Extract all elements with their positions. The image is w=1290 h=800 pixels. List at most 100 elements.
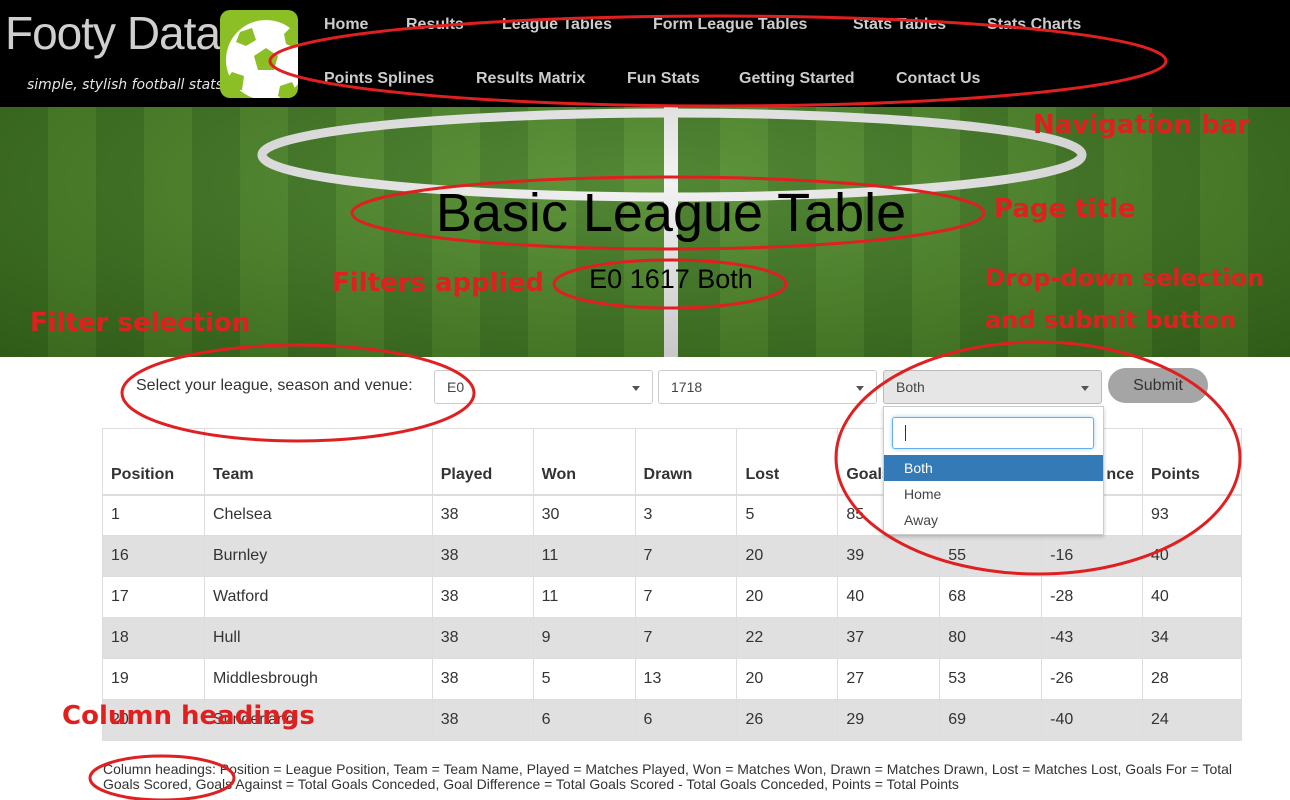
cell-points: 28 (1142, 658, 1242, 700)
cell-goals-against: 68 (939, 576, 1043, 618)
cell-goals-for: 27 (837, 658, 941, 700)
column-header-drawn[interactable]: Drawn (634, 428, 738, 496)
cell-lost: 20 (736, 535, 839, 577)
annotation-page-title: Page title (994, 194, 1136, 224)
dropdown-search-input[interactable] (892, 417, 1094, 449)
table-row: 17 Watford 38 11 7 20 40 68 -28 40 (102, 576, 1242, 618)
nav-league-tables[interactable]: League Tables (502, 16, 612, 34)
cell-goal-difference: -40 (1041, 699, 1143, 741)
cell-played: 38 (431, 494, 534, 536)
cell-won: 5 (532, 658, 636, 700)
nav-getting-started[interactable]: Getting Started (739, 70, 855, 88)
column-headings-note: Column headings: Position = League Posit… (103, 761, 1233, 792)
table-row: 19 Middlesbrough 38 5 13 20 27 53 -26 28 (102, 658, 1242, 700)
cell-lost: 26 (736, 699, 839, 741)
cell-goals-against: 53 (939, 658, 1043, 700)
column-header-lost[interactable]: Lost (736, 428, 839, 496)
cell-goal-difference: -16 (1041, 535, 1143, 577)
annotation-filters-applied: Filters applied (332, 268, 544, 298)
cell-points: 93 (1142, 494, 1242, 536)
column-header-won[interactable]: Won (532, 428, 636, 496)
cell-team: Middlesbrough (203, 658, 433, 700)
column-header-team[interactable]: Team (203, 428, 433, 496)
football-logo-icon[interactable] (220, 10, 298, 98)
cell-played: 38 (431, 658, 534, 700)
brand-name[interactable]: Footy Data (5, 10, 221, 56)
cell-points: 24 (1142, 699, 1242, 741)
submit-button[interactable]: Submit (1108, 368, 1208, 403)
cell-position: 17 (102, 576, 205, 618)
nav-stats-tables[interactable]: Stats Tables (853, 16, 946, 34)
cell-won: 6 (532, 699, 636, 741)
column-header-points[interactable]: Points (1142, 428, 1242, 496)
chevron-down-icon (856, 386, 864, 391)
annotation-dropdown-line1: Drop-down selection (985, 264, 1265, 292)
navigation-bar: Footy Data simple, stylish football stat… (0, 0, 1290, 107)
cell-lost: 20 (736, 576, 839, 618)
column-header-position[interactable]: Position (102, 428, 205, 496)
season-select[interactable]: 1718 (658, 370, 877, 404)
nav-points-splines[interactable]: Points Splines (324, 70, 434, 88)
dropdown-option-home[interactable]: Home (884, 481, 1103, 507)
cell-goals-for: 39 (837, 535, 941, 577)
cell-points: 40 (1142, 576, 1242, 618)
chevron-down-icon (632, 386, 640, 391)
dropdown-option-away[interactable]: Away (884, 507, 1103, 533)
dropdown-option-both[interactable]: Both (884, 455, 1103, 481)
nav-results-matrix[interactable]: Results Matrix (476, 70, 585, 88)
annotation-filter-selection: Filter selection (30, 308, 251, 338)
text-cursor (905, 425, 906, 441)
cell-played: 38 (431, 617, 534, 659)
filter-label: Select your league, season and venue: (136, 377, 413, 394)
cell-drawn: 7 (634, 617, 738, 659)
annotation-column-headings: Column headings (62, 701, 315, 731)
cell-goals-for: 29 (837, 699, 941, 741)
cell-lost: 22 (736, 617, 839, 659)
cell-drawn: 7 (634, 576, 738, 618)
league-select[interactable]: E0 (434, 370, 653, 404)
cell-drawn: 13 (634, 658, 738, 700)
cell-won: 30 (532, 494, 636, 536)
nav-form-league-tables[interactable]: Form League Tables (653, 16, 807, 34)
cell-team: Watford (203, 576, 433, 618)
cell-drawn: 6 (634, 699, 738, 741)
nav-contact-us[interactable]: Contact Us (896, 70, 980, 88)
cell-team: Chelsea (203, 494, 433, 536)
cell-team: Hull (203, 617, 433, 659)
cell-drawn: 3 (634, 494, 738, 536)
venue-dropdown-menu: Both Home Away (883, 406, 1104, 535)
venue-select-value: Both (896, 379, 925, 395)
cell-points: 34 (1142, 617, 1242, 659)
cell-goal-difference: -28 (1041, 576, 1143, 618)
cell-position: 19 (102, 658, 205, 700)
cell-position: 16 (102, 535, 205, 577)
venue-select[interactable]: Both (883, 370, 1102, 404)
cell-played: 38 (431, 699, 534, 741)
nav-fun-stats[interactable]: Fun Stats (627, 70, 700, 88)
table-row: 16 Burnley 38 11 7 20 39 55 -16 40 (102, 535, 1242, 577)
nav-results[interactable]: Results (406, 16, 464, 34)
cell-lost: 20 (736, 658, 839, 700)
cell-goals-for: 40 (837, 576, 941, 618)
cell-lost: 5 (736, 494, 839, 536)
brand-tagline: simple, stylish football stats (27, 77, 223, 93)
nav-stats-charts[interactable]: Stats Charts (987, 16, 1081, 34)
cell-position: 1 (102, 494, 205, 536)
cell-points: 40 (1142, 535, 1242, 577)
nav-home[interactable]: Home (324, 16, 368, 34)
cell-goals-against: 80 (939, 617, 1043, 659)
cell-goals-against: 69 (939, 699, 1043, 741)
cell-goals-against: 55 (939, 535, 1043, 577)
league-select-value: E0 (447, 379, 465, 395)
column-header-played[interactable]: Played (431, 428, 534, 496)
cell-team: Burnley (203, 535, 433, 577)
cell-goals-for: 37 (837, 617, 941, 659)
cell-won: 11 (532, 535, 636, 577)
season-select-value: 1718 (671, 379, 703, 395)
cell-goal-difference: -26 (1041, 658, 1143, 700)
cell-played: 38 (431, 576, 534, 618)
cell-drawn: 7 (634, 535, 738, 577)
cell-played: 38 (431, 535, 534, 577)
cell-won: 9 (532, 617, 636, 659)
annotation-dropdown-line2: and submit button (985, 306, 1237, 334)
